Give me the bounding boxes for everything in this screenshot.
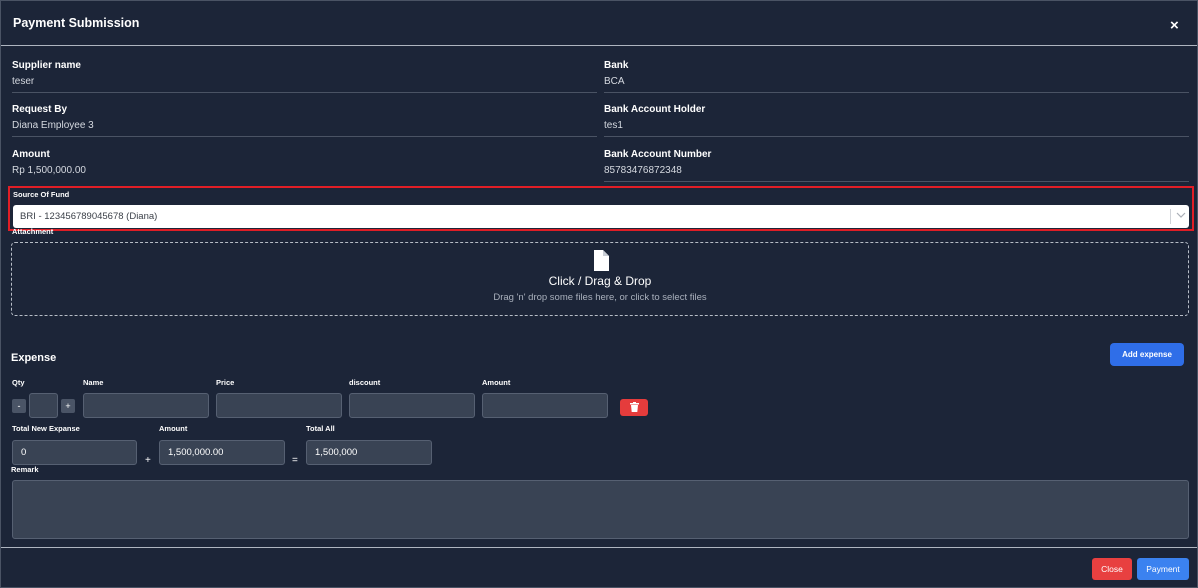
dropzone-subtitle: Drag 'n' drop some files here, or click … [493,292,707,303]
bank-account-number-label: Bank Account Number [604,149,712,160]
payment-button[interactable]: Payment [1137,558,1189,580]
source-of-fund-label: Source Of Fund [13,190,70,199]
expense-amount-input[interactable] [482,393,608,418]
totals-amount-label: Amount [159,424,188,433]
plus-sign: + [145,455,151,466]
qty-increment-button[interactable]: + [61,399,75,413]
bank-account-holder-label: Bank Account Holder [604,104,706,115]
footer-divider [1,547,1197,548]
qty-decrement-button[interactable]: - [12,399,26,413]
expense-price-input[interactable] [216,393,342,418]
select-separator [1170,209,1171,224]
source-of-fund-select[interactable]: BRI - 123456789045678 (Diana) [13,205,1189,228]
file-dropzone[interactable]: Click / Drag & Drop Drag 'n' drop some f… [11,242,1189,316]
file-icon [593,250,609,271]
source-of-fund-highlight: Source Of Fund BRI - 123456789045678 (Di… [8,186,1194,231]
price-column-label: Price [216,378,235,387]
request-by-field: Request By Diana Employee 3 [12,93,597,137]
amount-label: Amount [12,149,50,160]
amount-column-label: Amount [482,378,511,387]
total-all-input [306,440,432,465]
bank-value: BCA [604,76,625,87]
payment-submission-modal: Payment Submission × Supplier name teser… [0,0,1198,588]
attachment-label: Attachment [12,227,54,236]
dropzone-title: Click / Drag & Drop [548,274,652,288]
supplier-name-value: teser [12,76,35,87]
supplier-name-label: Supplier name [12,60,81,71]
discount-column-label: discount [349,378,381,387]
remark-label: Remark [11,465,39,474]
source-of-fund-value: BRI - 123456789045678 (Diana) [20,211,158,222]
close-button[interactable]: Close [1092,558,1132,580]
equals-sign: = [292,455,298,466]
add-expense-button[interactable]: Add expense [1110,343,1184,366]
request-by-value: Diana Employee 3 [12,120,94,131]
expense-name-input[interactable] [83,393,209,418]
bank-account-number-field: Bank Account Number 85783476872348 [604,138,1189,182]
amount-value: Rp 1,500,000.00 [12,165,86,176]
bank-field: Bank BCA [604,49,1189,93]
remark-textarea[interactable] [12,480,1189,539]
delete-expense-button[interactable] [620,399,648,416]
bank-label: Bank [604,60,629,71]
total-all-label: Total All [306,424,335,433]
trash-icon [629,400,639,415]
close-icon[interactable]: × [1170,18,1179,33]
total-new-expense-input [12,440,137,465]
qty-column-label: Qty [12,378,25,387]
qty-input[interactable] [29,393,58,418]
totals-amount-input [159,440,285,465]
bank-account-holder-value: tes1 [604,120,623,131]
request-by-label: Request By [12,104,68,115]
amount-field: Amount Rp 1,500,000.00 [12,138,597,182]
bank-account-number-value: 85783476872348 [604,165,682,176]
modal-header: Payment Submission × [1,1,1197,46]
bank-account-holder-field: Bank Account Holder tes1 [604,93,1189,137]
expense-discount-input[interactable] [349,393,475,418]
modal-title: Payment Submission [13,16,140,30]
supplier-name-field: Supplier name teser [12,49,597,93]
name-column-label: Name [83,378,104,387]
expense-title: Expense [11,352,57,364]
chevron-down-icon[interactable] [1176,210,1186,222]
total-new-expense-label: Total New Expanse [12,424,80,433]
